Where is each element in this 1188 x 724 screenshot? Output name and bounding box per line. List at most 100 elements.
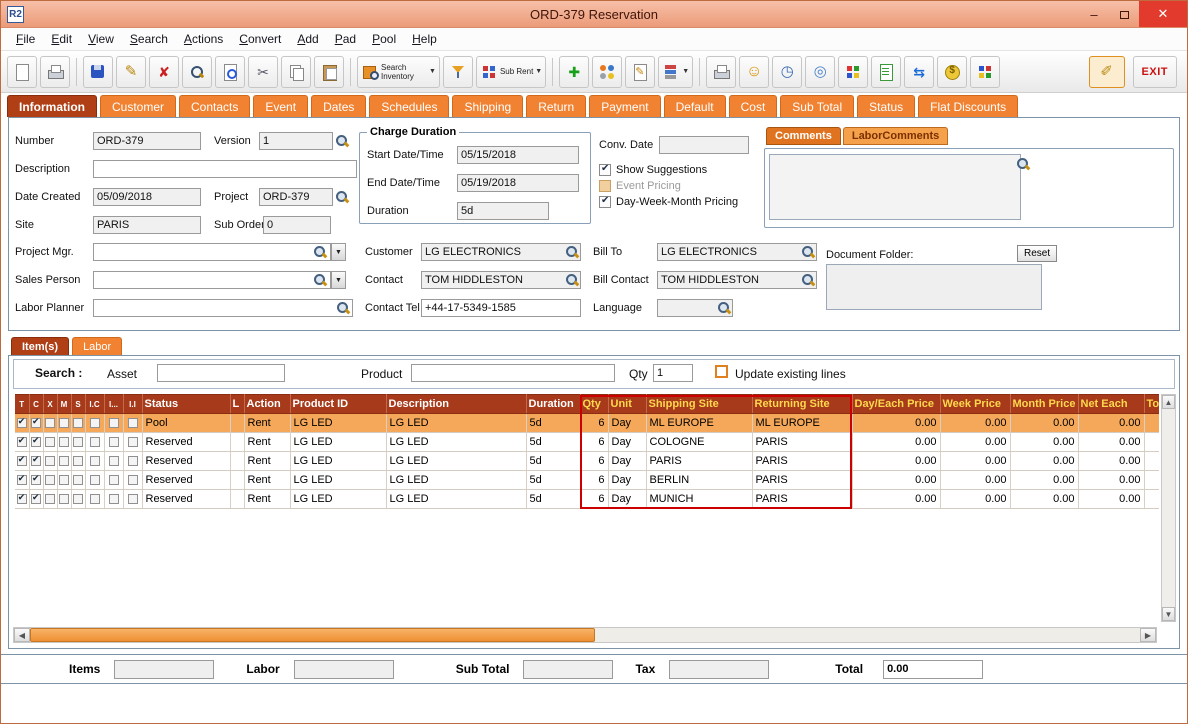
tab-information[interactable]: Information xyxy=(7,95,97,117)
row-check-cell[interactable] xyxy=(85,470,105,490)
checked-checkbox-icon[interactable] xyxy=(31,492,41,505)
cd-button[interactable]: ◎ xyxy=(805,55,836,88)
column-header-status[interactable]: Status xyxy=(142,394,231,414)
column-header-i-i[interactable]: I.I xyxy=(123,394,143,414)
reset-button[interactable]: Reset xyxy=(1017,245,1058,262)
unchecked-checkbox-icon[interactable] xyxy=(108,456,119,467)
date-created-field[interactable] xyxy=(93,188,201,206)
row-check-cell[interactable] xyxy=(71,470,86,490)
save-button[interactable] xyxy=(83,55,113,88)
column-header-month-price[interactable]: Month Price xyxy=(1010,394,1079,414)
checkbox-show-suggestions[interactable]: Show Suggestions xyxy=(599,163,738,176)
table-row[interactable]: ReservedRentLG LEDLG LED5d6DayBERLINPARI… xyxy=(15,470,1159,490)
paste-button[interactable] xyxy=(314,55,344,88)
column-header-description[interactable]: Description xyxy=(386,394,527,414)
unchecked-checkbox-icon[interactable] xyxy=(45,437,55,448)
maximize-button[interactable] xyxy=(1109,1,1139,27)
checked-checkbox-icon[interactable] xyxy=(16,492,27,505)
column-header-week-price[interactable]: Week Price xyxy=(940,394,1011,414)
column-header-duration[interactable]: Duration xyxy=(526,394,581,414)
sales-person-dropdown-icon[interactable]: ▼ xyxy=(331,271,346,289)
row-check-cell[interactable] xyxy=(15,413,30,433)
row-check-cell[interactable] xyxy=(43,413,58,433)
unchecked-checkbox-icon[interactable] xyxy=(89,418,100,429)
groups-button[interactable] xyxy=(592,55,623,88)
number-field[interactable] xyxy=(93,132,201,150)
row-check-cell[interactable] xyxy=(123,489,143,509)
smiley-button[interactable]: ☺ xyxy=(739,55,770,88)
find-document-button[interactable] xyxy=(215,55,245,88)
menu-add[interactable]: Add xyxy=(290,30,325,48)
tab-payment[interactable]: Payment xyxy=(589,95,661,117)
column-header-unit[interactable]: Unit xyxy=(608,394,647,414)
table-row[interactable]: ReservedRentLG LEDLG LED5d6DayCOLOGNEPAR… xyxy=(15,432,1159,452)
row-check-cell[interactable] xyxy=(104,470,124,490)
menu-actions[interactable]: Actions xyxy=(177,30,230,48)
unchecked-checkbox-icon[interactable] xyxy=(73,437,83,448)
scroll-left-icon[interactable]: ◀ xyxy=(14,628,30,642)
colored-squares-button[interactable] xyxy=(970,55,1001,88)
contact-tel-field[interactable] xyxy=(421,299,581,317)
qty-input[interactable] xyxy=(653,364,693,382)
project-mgr-search-icon[interactable] xyxy=(312,244,329,261)
checked-checkbox-icon[interactable] xyxy=(16,435,27,448)
conv-date-field[interactable] xyxy=(659,136,749,154)
column-header-action[interactable]: Action xyxy=(244,394,291,414)
close-button[interactable]: ✕ xyxy=(1139,1,1187,27)
menu-pool[interactable]: Pool xyxy=(365,30,403,48)
unchecked-checkbox-icon[interactable] xyxy=(45,475,55,486)
project-mgr-field[interactable] xyxy=(93,243,331,261)
unchecked-checkbox-icon[interactable] xyxy=(73,475,83,486)
tab-sub-total[interactable]: Sub Total xyxy=(780,95,855,117)
column-header-m[interactable]: M xyxy=(57,394,72,414)
labor-planner-field[interactable] xyxy=(93,299,353,317)
duration-field[interactable] xyxy=(457,202,549,220)
row-check-cell[interactable] xyxy=(123,451,143,471)
column-header-shipping-site[interactable]: Shipping Site xyxy=(646,394,753,414)
row-check-cell[interactable] xyxy=(123,413,143,433)
row-check-cell[interactable] xyxy=(57,413,72,433)
clock-button[interactable]: ◷ xyxy=(772,55,803,88)
unchecked-checkbox-icon[interactable] xyxy=(59,418,69,429)
checked-checkbox-icon[interactable] xyxy=(16,454,27,467)
product-input[interactable] xyxy=(411,364,615,382)
checkbox-day-week-month-pricing[interactable]: Day-Week-Month Pricing xyxy=(599,195,738,208)
tab-customer[interactable]: Customer xyxy=(100,95,177,117)
unchecked-checkbox-icon[interactable] xyxy=(45,456,55,467)
customer-field[interactable] xyxy=(421,243,581,261)
tab-shipping[interactable]: Shipping xyxy=(452,95,524,117)
menu-view[interactable]: View xyxy=(81,30,121,48)
unchecked-checkbox-icon[interactable] xyxy=(108,494,119,505)
row-check-cell[interactable] xyxy=(29,489,44,509)
menu-help[interactable]: Help xyxy=(405,30,444,48)
tab-dates[interactable]: Dates xyxy=(311,95,367,117)
column-header-day-each-price[interactable]: Day/Each Price xyxy=(852,394,941,414)
row-check-cell[interactable] xyxy=(85,413,105,433)
menu-convert[interactable]: Convert xyxy=(232,30,288,48)
bill-to-search-icon[interactable] xyxy=(800,244,817,261)
edit-button[interactable]: ✎ xyxy=(116,55,146,88)
column-header-s[interactable]: S xyxy=(71,394,86,414)
row-check-cell[interactable] xyxy=(85,489,105,509)
unchecked-checkbox-icon[interactable] xyxy=(89,437,100,448)
tab-items[interactable]: Item(s) xyxy=(11,337,70,355)
row-check-cell[interactable] xyxy=(29,413,44,433)
scrollbar-thumb[interactable] xyxy=(30,628,595,642)
tab-comments[interactable]: Comments xyxy=(766,127,841,145)
column-header-product-id[interactable]: Product ID xyxy=(290,394,387,414)
find-button[interactable] xyxy=(182,55,212,88)
row-check-cell[interactable] xyxy=(15,451,30,471)
sales-person-field[interactable] xyxy=(93,271,331,289)
edit-note-button[interactable] xyxy=(625,55,656,88)
sync-button[interactable]: ⇆ xyxy=(904,55,935,88)
project-field[interactable] xyxy=(259,188,333,206)
labor-planner-search-icon[interactable] xyxy=(335,300,352,317)
row-check-cell[interactable] xyxy=(71,432,86,452)
minimize-button[interactable]: – xyxy=(1079,1,1109,27)
row-check-cell[interactable] xyxy=(104,413,124,433)
unchecked-checkbox-icon[interactable] xyxy=(108,437,119,448)
sub-orders-field[interactable] xyxy=(263,216,331,234)
total-field[interactable] xyxy=(883,659,984,679)
bill-contact-field[interactable] xyxy=(657,271,817,289)
sub-rent-button[interactable]: Sub Rent ▼ xyxy=(475,55,547,88)
